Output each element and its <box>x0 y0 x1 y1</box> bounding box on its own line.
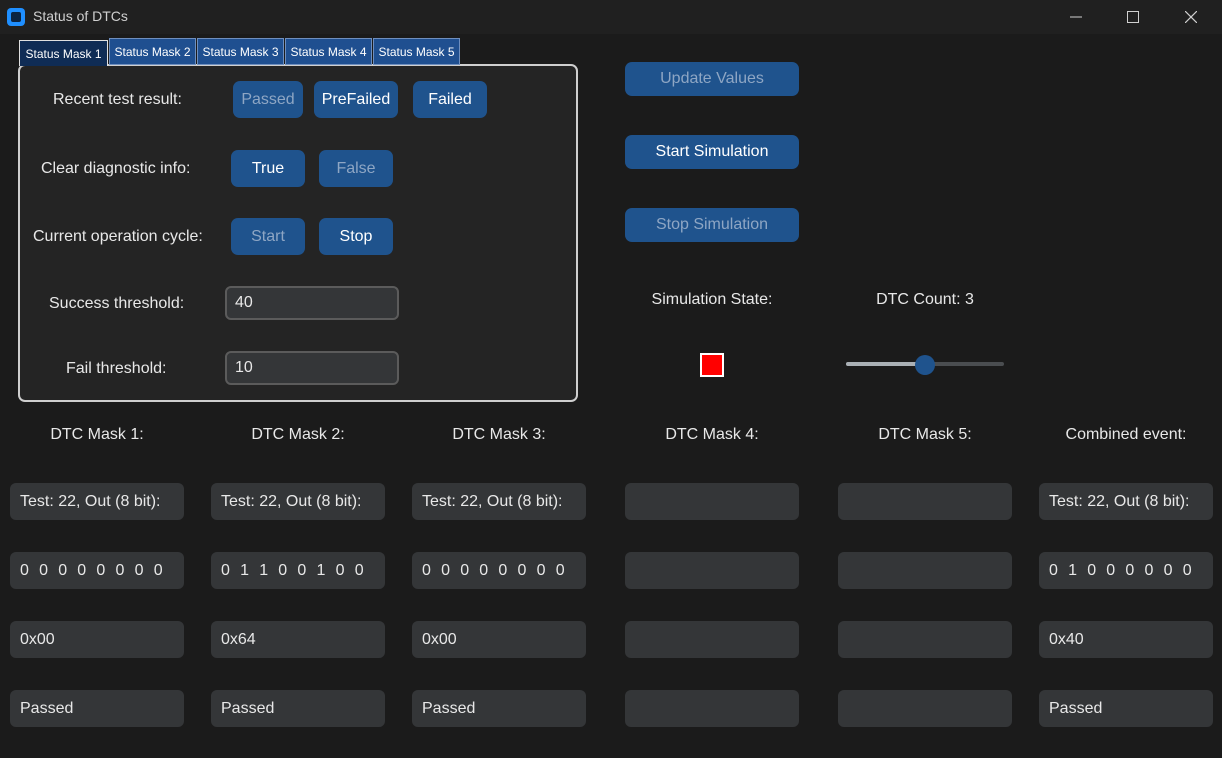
close-button[interactable] <box>1162 0 1220 34</box>
true-button[interactable]: True <box>231 150 305 187</box>
combined-event-bits-field: 0 1 0 0 0 0 0 0 <box>1039 552 1213 589</box>
dtc-count-label: DTC Count: 3 <box>876 291 974 308</box>
minimize-icon <box>1070 16 1082 18</box>
close-icon <box>1185 11 1197 23</box>
start-cycle-button[interactable]: Start <box>231 218 305 255</box>
dtc-mask-5-hex-field <box>838 621 1012 658</box>
combined-event-test-field: Test: 22, Out (8 bit): <box>1039 483 1213 520</box>
dtc-mask-4-status-field <box>625 690 799 727</box>
column-header-combined-event: Combined event: <box>1065 426 1187 443</box>
title-bar <box>0 0 1222 34</box>
dtc-mask-4-bits-field <box>625 552 799 589</box>
recent-test-result-label: Recent test result: <box>53 91 182 108</box>
column-header-dtc-mask-5: DTC Mask 5: <box>878 426 972 443</box>
success-threshold-input[interactable]: 40 <box>225 286 399 320</box>
dtc-mask-3-bits-field: 0 0 0 0 0 0 0 0 <box>412 552 586 589</box>
tab-status-mask-2[interactable]: Status Mask 2 <box>109 38 196 65</box>
dtc-count-slider-handle[interactable] <box>915 355 935 375</box>
fail-threshold-label: Fail threshold: <box>66 360 167 377</box>
column-header-dtc-mask-4: DTC Mask 4: <box>665 426 759 443</box>
dtc-mask-4-test-field <box>625 483 799 520</box>
dtc-mask-5-bits-field <box>838 552 1012 589</box>
dtc-mask-2-test-field: Test: 22, Out (8 bit): <box>211 483 385 520</box>
maximize-icon <box>1127 11 1139 23</box>
dtc-mask-1-status-field: Passed <box>10 690 184 727</box>
dtc-mask-1-bits-field: 0 0 0 0 0 0 0 0 <box>10 552 184 589</box>
dtc-mask-3-hex-field: 0x00 <box>412 621 586 658</box>
current-operation-cycle-label: Current operation cycle: <box>33 228 203 245</box>
dtc-mask-1-hex-field: 0x00 <box>10 621 184 658</box>
fail-threshold-input[interactable]: 10 <box>225 351 399 385</box>
stop-cycle-button[interactable]: Stop <box>319 218 393 255</box>
false-button[interactable]: False <box>319 150 393 187</box>
dtc-mask-5-status-field <box>838 690 1012 727</box>
combined-event-status-field: Passed <box>1039 690 1213 727</box>
tab-status-mask-1[interactable]: Status Mask 1 <box>19 40 108 66</box>
prefailed-button[interactable]: PreFailed <box>314 81 398 118</box>
update-values-button[interactable]: Update Values <box>625 62 799 96</box>
dtc-mask-3-status-field: Passed <box>412 690 586 727</box>
column-header-dtc-mask-3: DTC Mask 3: <box>452 426 546 443</box>
column-header-dtc-mask-2: DTC Mask 2: <box>251 426 345 443</box>
combined-event-hex-field: 0x40 <box>1039 621 1213 658</box>
column-header-dtc-mask-1: DTC Mask 1: <box>50 426 144 443</box>
stop-simulation-button[interactable]: Stop Simulation <box>625 208 799 242</box>
dtc-mask-3-test-field: Test: 22, Out (8 bit): <box>412 483 586 520</box>
success-threshold-label: Success threshold: <box>49 295 185 312</box>
start-simulation-button[interactable]: Start Simulation <box>625 135 799 169</box>
tab-status-mask-3[interactable]: Status Mask 3 <box>197 38 284 65</box>
dtc-mask-2-status-field: Passed <box>211 690 385 727</box>
app-icon <box>7 8 25 26</box>
minimize-button[interactable] <box>1047 0 1105 34</box>
tab-status-mask-4[interactable]: Status Mask 4 <box>285 38 372 65</box>
simulation-state-label: Simulation State: <box>651 291 773 308</box>
tab-status-mask-5[interactable]: Status Mask 5 <box>373 38 460 65</box>
dtc-count-slider-fill <box>846 362 925 366</box>
passed-button[interactable]: Passed <box>233 81 303 118</box>
dtc-mask-2-hex-field: 0x64 <box>211 621 385 658</box>
maximize-button[interactable] <box>1104 0 1162 34</box>
failed-button[interactable]: Failed <box>413 81 487 118</box>
dtc-mask-2-bits-field: 0 1 1 0 0 1 0 0 <box>211 552 385 589</box>
simulation-state-indicator <box>700 353 724 377</box>
window-title: Status of DTCs <box>33 8 128 24</box>
dtc-mask-5-test-field <box>838 483 1012 520</box>
dtc-mask-1-test-field: Test: 22, Out (8 bit): <box>10 483 184 520</box>
clear-diagnostic-info-label: Clear diagnostic info: <box>41 160 191 177</box>
dtc-mask-4-hex-field <box>625 621 799 658</box>
